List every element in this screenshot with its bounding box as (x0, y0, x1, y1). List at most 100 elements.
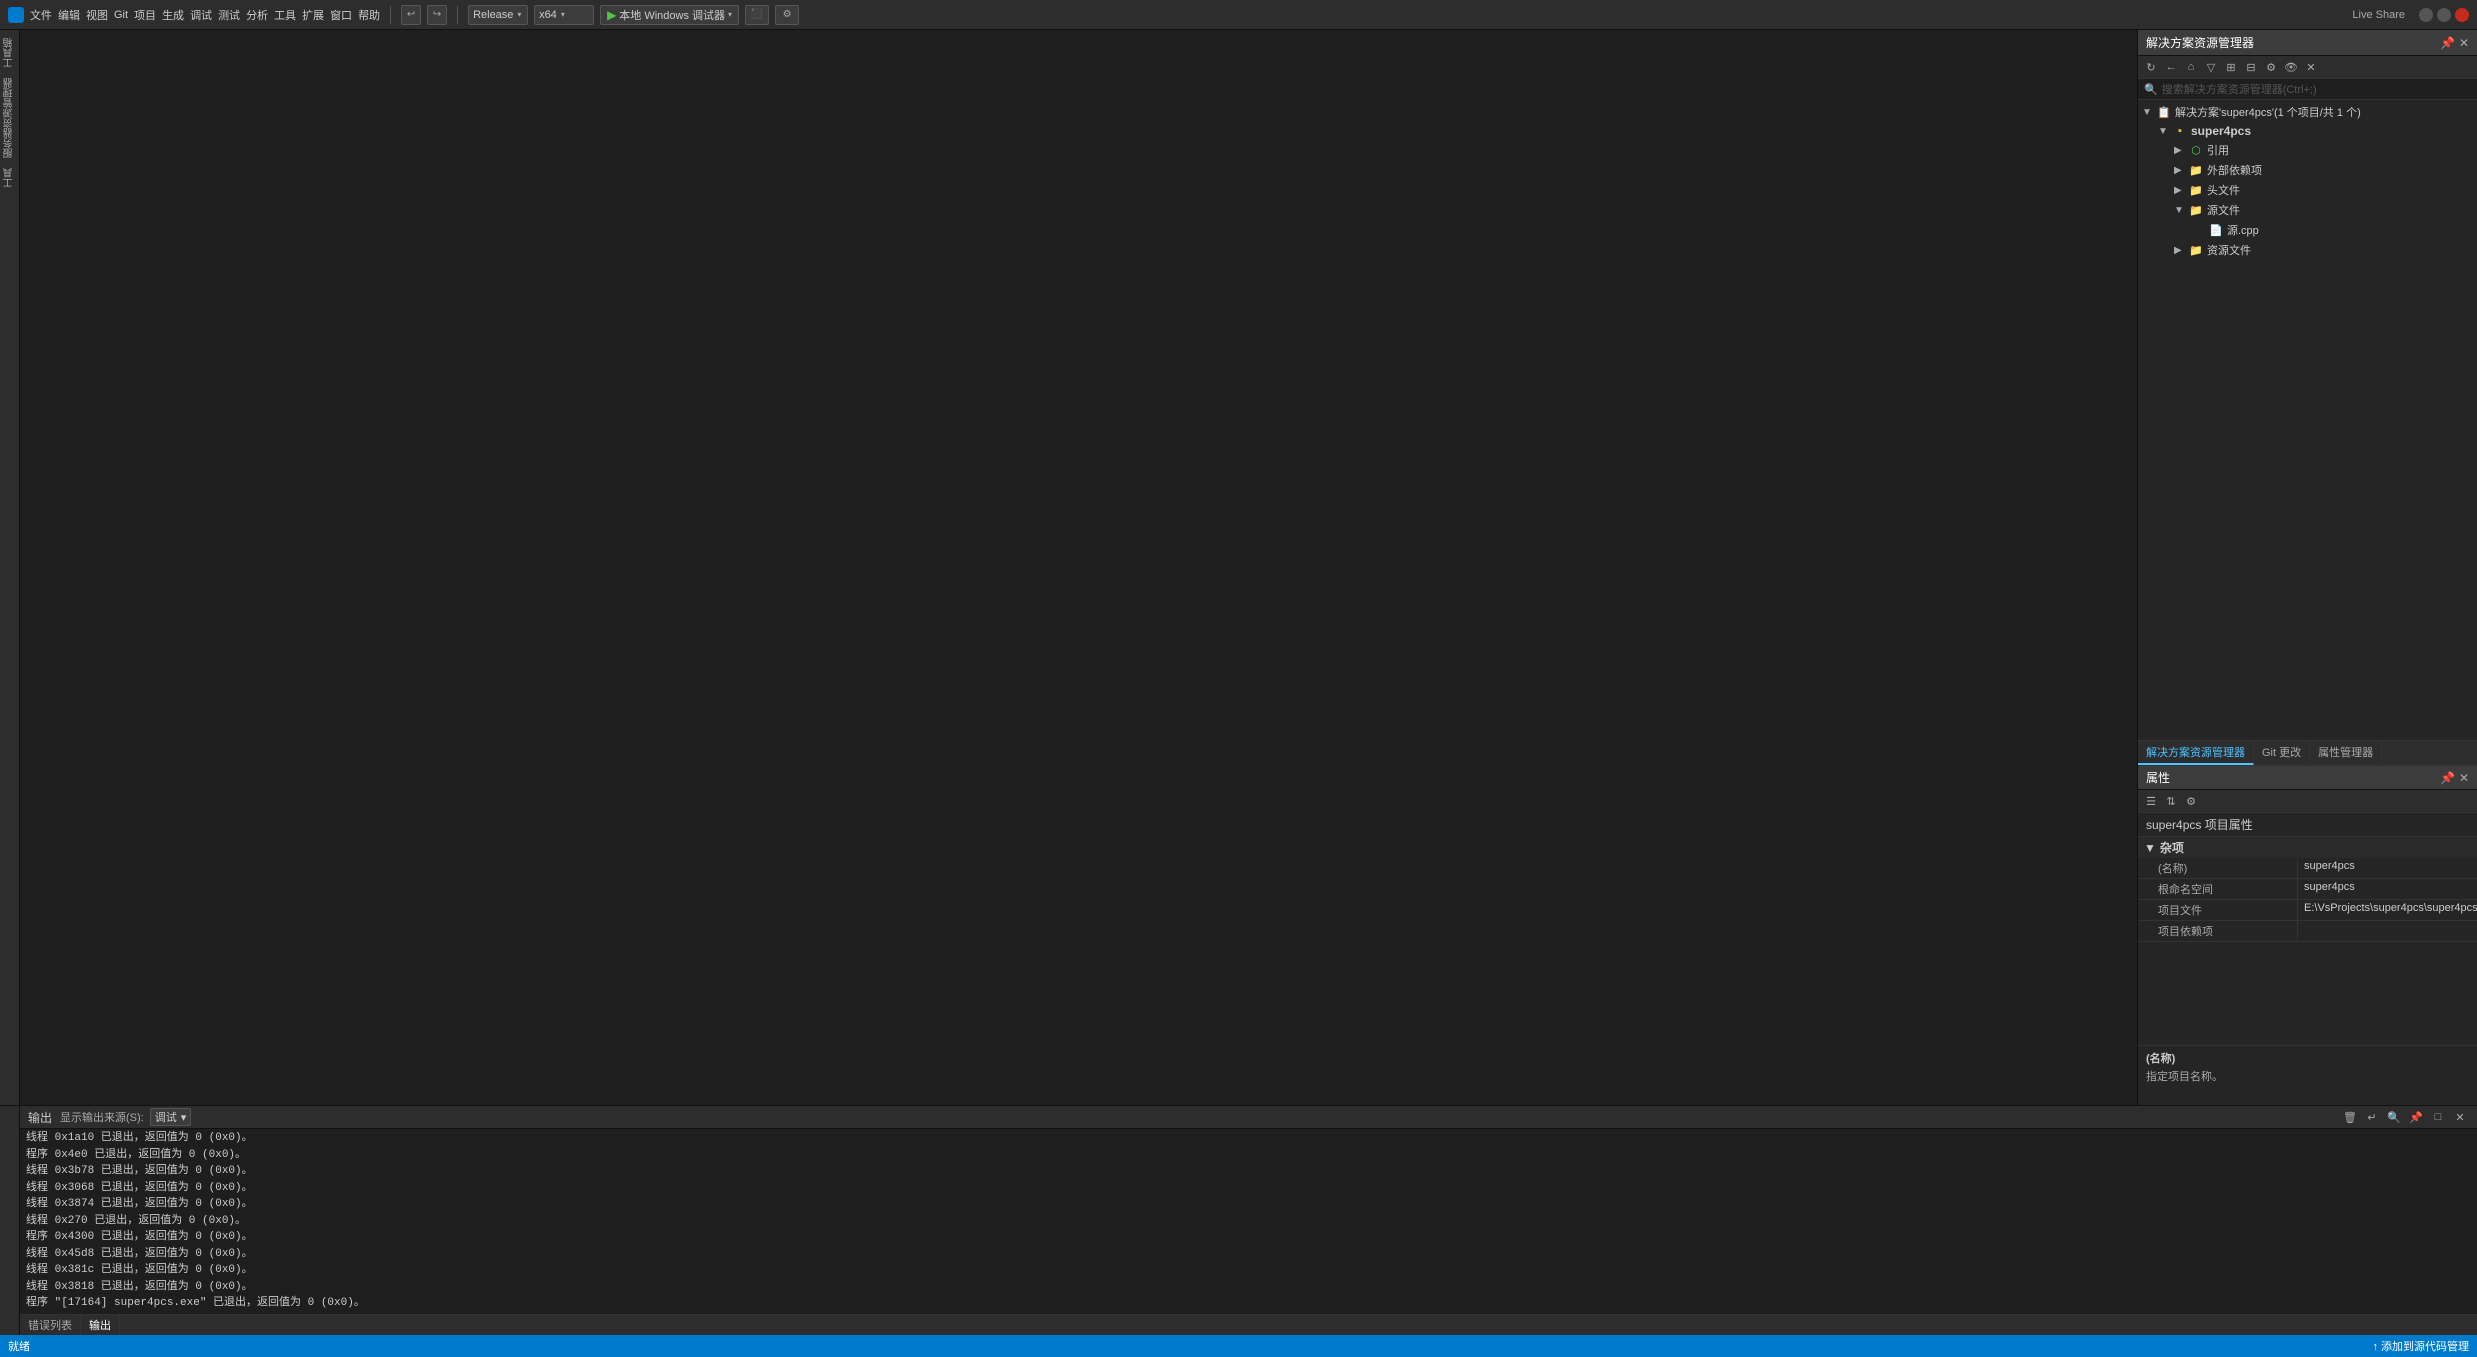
menu-tools[interactable]: 工具 (274, 7, 296, 23)
solution-expand-arrow: ▼ (2142, 107, 2156, 118)
se-tab-git-changes[interactable]: Git 更改 (2254, 741, 2310, 765)
tree-solution-node[interactable]: ▼ 📋 解决方案'super4pcs'(1 个项目/共 1 个) (2138, 102, 2477, 122)
solution-icon: 📋 (2156, 105, 2172, 119)
tree-source-files-node[interactable]: ▼ 📁 源文件 (2138, 200, 2477, 220)
se-settings-button[interactable]: ⚙ (2262, 58, 2280, 76)
toolbar-extra-btn-2[interactable]: ⚙ (775, 5, 799, 25)
tree-ref-node[interactable]: ▶ ⬡ 引用 (2138, 140, 2477, 160)
prop-settings-button[interactable]: ⚙ (2182, 792, 2200, 810)
output-tab-error-list[interactable]: 错误列表 (20, 1315, 81, 1335)
menu-debug[interactable]: 调试 (190, 7, 212, 23)
se-filter-button[interactable]: ▽ (2202, 58, 2220, 76)
se-tab-property-manager[interactable]: 属性管理器 (2310, 741, 2382, 765)
editor-area (20, 30, 2137, 1105)
header-files-node-label: 头文件 (2207, 182, 2240, 198)
run-dropdown-arrow: ▾ (728, 10, 732, 19)
tree-header-files-node[interactable]: ▶ 📁 头文件 (2138, 180, 2477, 200)
properties-panel: 属性 📌 ✕ ☰ ⇅ ⚙ super4pcs 项目属性 ▼ 杂项 (2138, 765, 2477, 1105)
prop-name-value: super4pcs (2298, 858, 2477, 878)
maximize-button[interactable] (2437, 8, 2451, 22)
toolbar-separator-2 (457, 6, 458, 24)
se-close-tab-button[interactable]: ✕ (2302, 58, 2320, 76)
se-pin-button[interactable]: 📌 (2440, 36, 2455, 50)
ext-deps-node-label: 外部依赖项 (2207, 162, 2262, 178)
menu-build[interactable]: 生成 (162, 7, 184, 23)
header-files-expand-arrow: ▶ (2174, 185, 2188, 196)
platform-dropdown[interactable]: x64 ▾ (534, 5, 594, 25)
output-tab-output[interactable]: 输出 (81, 1315, 120, 1335)
se-preview-button[interactable]: 👁 (2282, 58, 2300, 76)
output-source-dropdown[interactable]: 调试 ▾ (150, 1108, 192, 1126)
cpp-file-icon: 📄 (2208, 223, 2224, 237)
prop-pin-button[interactable]: 📌 (2440, 771, 2455, 785)
solution-tree: ▼ 📋 解决方案'super4pcs'(1 个项目/共 1 个) ▼ ▪ sup… (2138, 100, 2477, 740)
se-expand-button[interactable]: ⊞ (2222, 58, 2240, 76)
output-content[interactable]: 线程 0x3594 已退出，返回值为 0 (0x0)。线程 0x5cc4 已退出… (20, 1129, 2477, 1314)
toolbar-extra-btn-1[interactable]: ⬛ (745, 5, 769, 25)
search-icon: 🔍 (2144, 83, 2158, 96)
menu-edit[interactable]: 编辑 (58, 7, 80, 23)
redo-button[interactable]: ↪ (427, 5, 447, 25)
menu-view[interactable]: 视图 (86, 7, 108, 23)
output-close-button[interactable]: ✕ (2451, 1108, 2469, 1126)
se-tab-solution-explorer[interactable]: 解决方案资源管理器 (2138, 741, 2254, 765)
se-back-button[interactable]: ← (2162, 58, 2180, 76)
se-close-button[interactable]: ✕ (2459, 36, 2469, 50)
output-line: 程序 "[17164] super4pcs.exe" 已退出，返回值为 0 (0… (26, 1295, 2471, 1312)
statusbar-ready-text: 就绪 (8, 1338, 30, 1354)
prop-name-label: (名称) (2138, 858, 2298, 878)
source-files-expand-arrow: ▼ (2174, 205, 2188, 216)
sidebar-tab-server-explorer[interactable]: 服务器资源管理器 (0, 74, 19, 162)
close-button[interactable] (2455, 8, 2469, 22)
se-home-button[interactable]: ⌂ (2182, 58, 2200, 76)
menu-help[interactable]: 帮助 (358, 7, 380, 23)
properties-desc-title: (名称) (2146, 1050, 2469, 1066)
menu-test[interactable]: 测试 (218, 7, 240, 23)
output-wrap-button[interactable]: ↵ (2363, 1108, 2381, 1126)
config-dropdown-arrow: ▾ (517, 10, 521, 19)
live-share-button[interactable]: Live Share (2352, 9, 2405, 21)
sidebar-tab-toolbox[interactable]: 工具箱 (0, 34, 19, 72)
tree-source-cpp-node[interactable]: 📄 源.cpp (2138, 220, 2477, 240)
run-debugger-button[interactable]: ▶ 本地 Windows 调试器 ▾ (600, 5, 739, 25)
output-line: 程序 0x4300 已退出，返回值为 0 (0x0)。 (26, 1229, 2471, 1246)
search-placeholder[interactable]: 搜索解决方案资源管理器(Ctrl+;) (2162, 81, 2317, 97)
menu-extensions[interactable]: 扩展 (302, 7, 324, 23)
play-icon: ▶ (607, 8, 616, 22)
minimize-button[interactable] (2419, 8, 2433, 22)
prop-close-button[interactable]: ✕ (2459, 771, 2469, 785)
prop-list-view-button[interactable]: ☰ (2142, 792, 2160, 810)
undo-button[interactable]: ↩ (401, 5, 421, 25)
prop-deps-value (2298, 921, 2477, 941)
output-find-button[interactable]: 🔍 (2385, 1108, 2403, 1126)
prop-deps-label: 项目依赖项 (2138, 921, 2298, 941)
output-panel-wrapper: 输出 显示输出来源(S): 调试 ▾ 🗑 ↵ 🔍 📌 □ ✕ 线程 0x3594… (0, 1105, 2477, 1335)
prop-project-file-value: E:\VsProjects\super4pcs\super4pcs\ (2298, 900, 2477, 920)
prop-row-project-file: 项目文件 E:\VsProjects\super4pcs\super4pcs\ (2138, 900, 2477, 921)
tree-project-node[interactable]: ▼ ▪ super4pcs (2138, 122, 2477, 140)
properties-desc-text: 指定项目名称。 (2146, 1068, 2469, 1084)
menu-file[interactable]: 文件 (30, 7, 52, 23)
se-bottom-tabs: 解决方案资源管理器 Git 更改 属性管理器 (2138, 740, 2477, 765)
menu-analyze[interactable]: 分析 (246, 7, 268, 23)
solution-node-label: 解决方案'super4pcs'(1 个项目/共 1 个) (2175, 104, 2361, 120)
tree-ext-deps-node[interactable]: ▶ 📁 外部依赖项 (2138, 160, 2477, 180)
menu-project[interactable]: 项目 (134, 7, 156, 23)
prop-row-namespace: 根命名空间 super4pcs (2138, 879, 2477, 900)
prop-sort-button[interactable]: ⇅ (2162, 792, 2180, 810)
se-sync-button[interactable]: ↻ (2142, 58, 2160, 76)
tree-resource-files-node[interactable]: ▶ 📁 资源文件 (2138, 240, 2477, 260)
output-float-button[interactable]: □ (2429, 1108, 2447, 1126)
config-dropdown[interactable]: Release ▾ (468, 5, 528, 25)
menu-git[interactable]: Git (114, 9, 128, 21)
output-panel-title: 输出 (28, 1109, 52, 1126)
project-icon: ▪ (2172, 124, 2188, 138)
properties-title: 属性 (2146, 769, 2170, 786)
se-collapse-button[interactable]: ⊟ (2242, 58, 2260, 76)
statusbar-source-control-text[interactable]: ↑ 添加到源代码管理 (2372, 1338, 2469, 1354)
menu-window[interactable]: 窗口 (330, 7, 352, 23)
resource-files-expand-arrow: ▶ (2174, 245, 2188, 256)
output-pin-button[interactable]: 📌 (2407, 1108, 2425, 1126)
output-clear-button[interactable]: 🗑 (2341, 1108, 2359, 1126)
sidebar-tab-tool[interactable]: 工具 (0, 164, 19, 192)
